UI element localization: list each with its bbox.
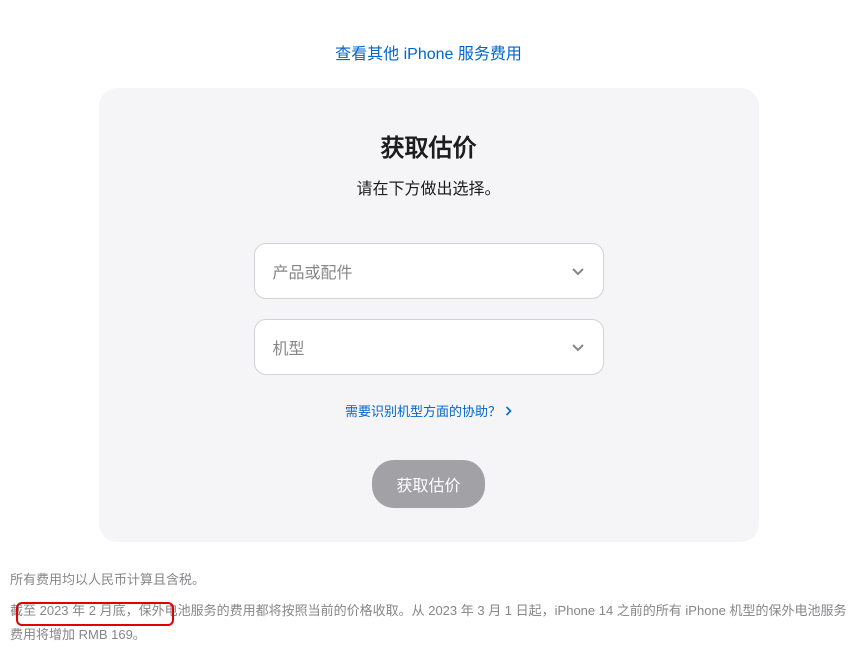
- chevron-down-icon: [571, 264, 585, 278]
- get-estimate-button[interactable]: 获取估价: [372, 460, 484, 508]
- chevron-right-icon: [505, 406, 512, 416]
- product-select-placeholder: 产品或配件: [273, 259, 353, 283]
- model-select-wrapper: 机型: [254, 319, 604, 375]
- footnote-price-change: 截至 2023 年 2 月底，保外电池服务的费用都将按照当前的价格收取。从 20…: [10, 599, 847, 646]
- chevron-down-icon: [571, 340, 585, 354]
- product-select[interactable]: 产品或配件: [254, 243, 604, 299]
- other-services-link[interactable]: 查看其他 iPhone 服务费用: [335, 46, 522, 63]
- footnotes: 所有费用均以人民币计算且含税。 截至 2023 年 2 月底，保外电池服务的费用…: [0, 542, 857, 646]
- model-select-placeholder: 机型: [273, 335, 305, 359]
- top-link-container: 查看其他 iPhone 服务费用: [0, 0, 857, 88]
- submit-row: 获取估价: [139, 460, 719, 508]
- help-link-label: 需要识别机型方面的协助？: [345, 401, 501, 420]
- card-subtitle: 请在下方做出选择。: [139, 175, 719, 199]
- identify-model-help-link[interactable]: 需要识别机型方面的协助？: [345, 401, 512, 420]
- estimate-card: 获取估价 请在下方做出选择。 产品或配件 机型 需要识别机型方面的协助？ 获取估…: [99, 88, 759, 542]
- footnote-tax: 所有费用均以人民币计算且含税。: [10, 568, 847, 591]
- product-select-wrapper: 产品或配件: [254, 243, 604, 299]
- model-select[interactable]: 机型: [254, 319, 604, 375]
- card-title: 获取估价: [139, 128, 719, 163]
